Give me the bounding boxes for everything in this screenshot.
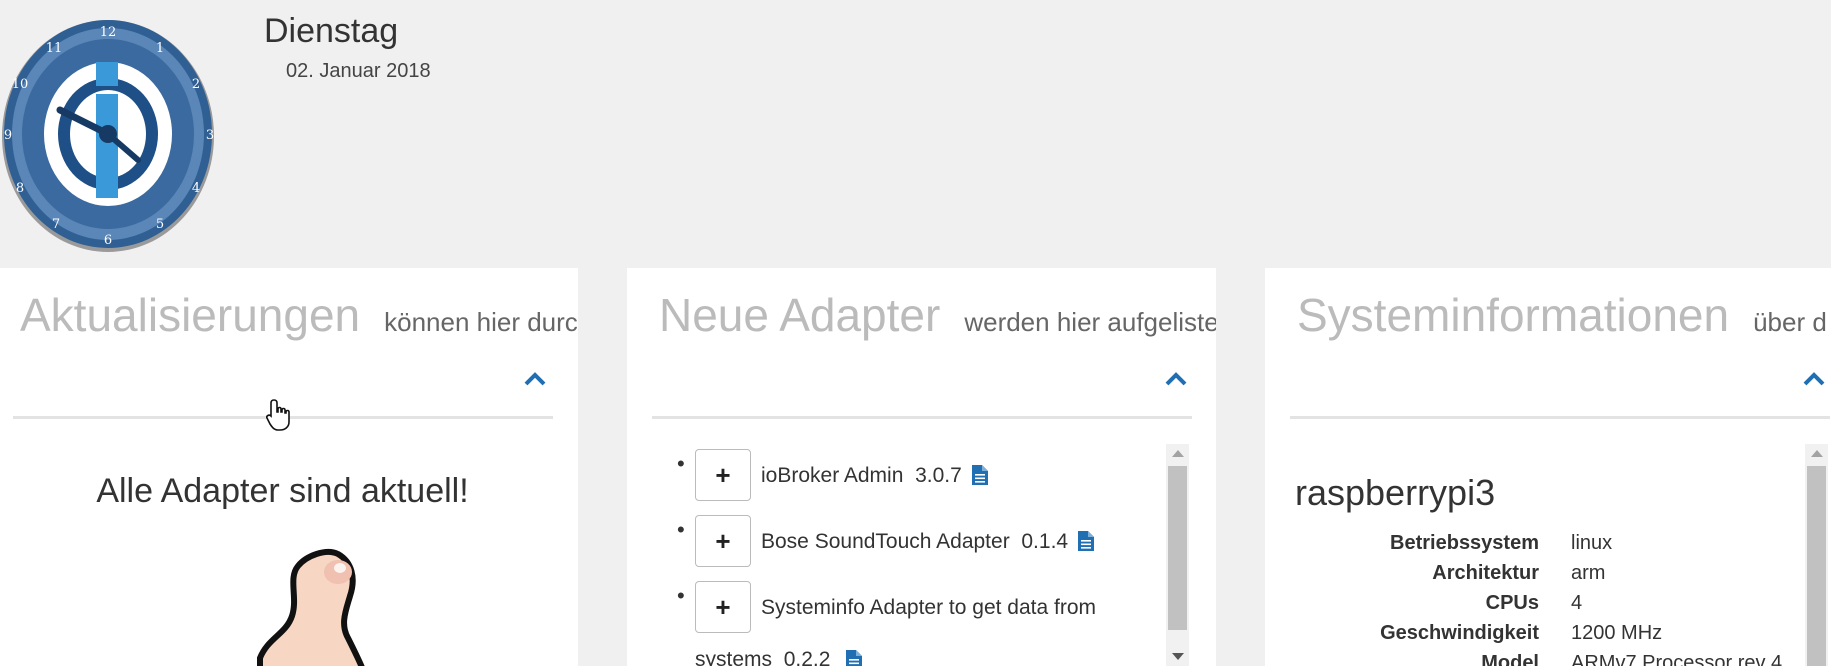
adapter-list-scrollbar[interactable]: [1166, 444, 1189, 666]
thumbs-up-icon: [257, 548, 365, 666]
adapter-name-line2: systems: [695, 648, 773, 666]
day-label: Dienstag: [264, 12, 399, 50]
row-value: 4: [1571, 592, 1583, 614]
hostname: raspberrypi3: [1295, 472, 1496, 513]
system-info-table: Betriebssystem linux Architektur arm CPU…: [1295, 528, 1815, 666]
chevron-up-icon[interactable]: [522, 368, 548, 390]
scroll-thumb[interactable]: [1168, 466, 1187, 630]
adapter-name: ioBroker Admin: [761, 463, 904, 487]
scroll-up-arrow[interactable]: [1811, 450, 1823, 457]
svg-text:7: 7: [52, 217, 60, 232]
updates-card: Aktualisierungen können hier durchgeführt…: [0, 268, 578, 666]
row-label: Model: [1481, 652, 1539, 666]
adapter-name-line1: Systeminfo Adapter to get data from: [761, 595, 1097, 619]
add-adapter-button[interactable]: +: [695, 581, 751, 633]
new-adapters-card: Neue Adapter werden hier aufgelistet • + …: [627, 268, 1216, 666]
new-adapter-list: • + ioBroker Admin 3.0.7 • + Bose SoundT…: [677, 442, 1185, 666]
adapter-item-second-line: systems 0.2.2: [695, 640, 1185, 666]
adapter-item-first-line: • + Systeminfo Adapter to get data from: [677, 574, 1185, 640]
bullet: •: [677, 517, 685, 542]
new-adapters-card-divider: [652, 416, 1192, 419]
updates-card-header: Aktualisierungen können hier durchgeführt…: [20, 288, 578, 342]
add-adapter-button[interactable]: +: [695, 515, 751, 567]
row-value: arm: [1571, 562, 1606, 584]
hand-cursor-icon: [266, 399, 290, 431]
chevron-up-icon[interactable]: [1163, 368, 1189, 390]
scroll-thumb[interactable]: [1807, 466, 1826, 666]
list-item: • + ioBroker Admin 3.0.7: [677, 442, 1185, 508]
svg-text:1: 1: [156, 41, 164, 56]
svg-text:6: 6: [104, 233, 112, 248]
system-info-card-divider: [1290, 416, 1830, 419]
row-label: Betriebssystem: [1390, 532, 1539, 554]
new-adapters-card-subtitle: werden hier aufgelistet: [964, 307, 1216, 337]
clock-logo-icon: 1212 345 678 91011: [2, 20, 214, 252]
table-row: Betriebssystem linux: [1295, 528, 1815, 558]
all-up-to-date-message: Alle Adapter sind aktuell!: [96, 472, 469, 510]
svg-text:2: 2: [192, 77, 200, 92]
updates-card-subtitle: können hier durchgeführt werden: [384, 307, 578, 337]
document-icon[interactable]: [846, 650, 863, 666]
bullet: •: [677, 583, 685, 608]
system-info-card-subtitle: über d: [1753, 307, 1827, 337]
table-row: Model ARMv7 Processor rev 4: [1295, 648, 1815, 666]
system-info-scrollbar[interactable]: [1805, 444, 1828, 666]
date-label: 02. Januar 2018: [286, 60, 431, 82]
system-info-card-header: Systeminformationen über d: [1297, 288, 1827, 342]
adapter-name: Bose SoundTouch Adapter: [761, 529, 1010, 553]
chevron-up-icon[interactable]: [1801, 368, 1827, 390]
svg-text:8: 8: [16, 181, 24, 196]
new-adapters-card-header: Neue Adapter werden hier aufgelistet: [659, 288, 1216, 342]
row-label: Geschwindigkeit: [1380, 622, 1539, 644]
list-item: • + Bose SoundTouch Adapter 0.1.4: [677, 508, 1185, 574]
updates-card-title: Aktualisierungen: [20, 289, 361, 341]
system-info-card: Systeminformationen über d raspberrypi3 B…: [1265, 268, 1831, 666]
table-row: Architektur arm: [1295, 558, 1815, 588]
svg-text:9: 9: [4, 128, 12, 143]
scroll-up-arrow[interactable]: [1172, 450, 1184, 457]
bullet: •: [677, 451, 685, 476]
new-adapters-card-title: Neue Adapter: [659, 289, 941, 341]
row-value: ARMv7 Processor rev 4: [1571, 652, 1783, 666]
add-adapter-button[interactable]: +: [695, 449, 751, 501]
adapter-version: 0.1.4: [1021, 529, 1069, 553]
row-value: linux: [1571, 532, 1613, 554]
document-icon[interactable]: [1078, 531, 1095, 551]
document-icon[interactable]: [971, 465, 988, 485]
adapter-version: 0.2.2: [783, 648, 831, 666]
adapter-version: 3.0.7: [915, 463, 962, 487]
svg-text:12: 12: [100, 25, 117, 40]
row-value: 1200 MHz: [1571, 622, 1663, 644]
system-info-card-title: Systeminformationen: [1297, 289, 1730, 341]
svg-text:10: 10: [12, 77, 29, 92]
svg-text:3: 3: [206, 128, 214, 143]
svg-text:5: 5: [156, 217, 164, 232]
svg-text:11: 11: [46, 41, 63, 56]
table-row: CPUs 4: [1295, 588, 1815, 618]
list-item: • + Systeminfo Adapter to get data from …: [677, 574, 1185, 666]
svg-text:4: 4: [192, 181, 200, 196]
row-label: CPUs: [1485, 592, 1539, 614]
scroll-down-arrow[interactable]: [1172, 653, 1184, 660]
table-row: Geschwindigkeit 1200 MHz: [1295, 618, 1815, 648]
row-label: Architektur: [1432, 562, 1539, 584]
